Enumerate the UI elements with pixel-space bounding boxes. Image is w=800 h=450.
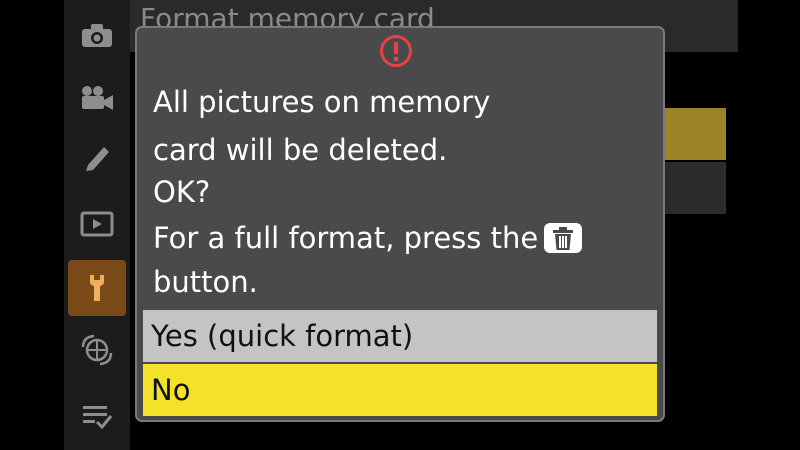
- yes-quick-format-option[interactable]: Yes (quick format): [143, 310, 657, 362]
- message-line-with-icon: For a full format, press the: [153, 220, 583, 256]
- no-option[interactable]: No: [143, 364, 657, 416]
- playback-icon: [80, 211, 114, 237]
- message-line: OK?: [153, 175, 211, 209]
- message-line-text: For a full format, press the: [153, 221, 539, 255]
- network-icon: [81, 334, 113, 366]
- warning-icon: [380, 35, 412, 67]
- tab-my-menu[interactable]: [68, 388, 126, 444]
- tab-network[interactable]: [68, 322, 126, 378]
- camera-screen: Format memory card All pictures on memor…: [0, 0, 800, 450]
- tab-custom-settings[interactable]: [68, 130, 126, 186]
- movie-camera-icon: [82, 86, 113, 110]
- pencil-icon: [86, 147, 109, 171]
- menu-tab-strip: [64, 0, 130, 450]
- message-line: All pictures on memory: [153, 85, 491, 119]
- wrench-icon: [90, 275, 104, 301]
- message-line: card will be deleted.: [153, 133, 448, 167]
- menu-row-highlighted: [662, 108, 726, 160]
- tab-setup[interactable]: [68, 260, 126, 316]
- tab-movie-shooting[interactable]: [68, 70, 126, 126]
- my-menu-icon: [83, 406, 113, 429]
- tab-photo-shooting[interactable]: [68, 8, 126, 64]
- tab-playback[interactable]: [68, 196, 126, 252]
- message-line: button.: [153, 265, 258, 299]
- format-confirm-dialog: All pictures on memory card will be dele…: [135, 26, 665, 422]
- menu-row: [662, 162, 726, 214]
- camera-icon: [82, 24, 112, 47]
- trash-icon: [544, 223, 583, 253]
